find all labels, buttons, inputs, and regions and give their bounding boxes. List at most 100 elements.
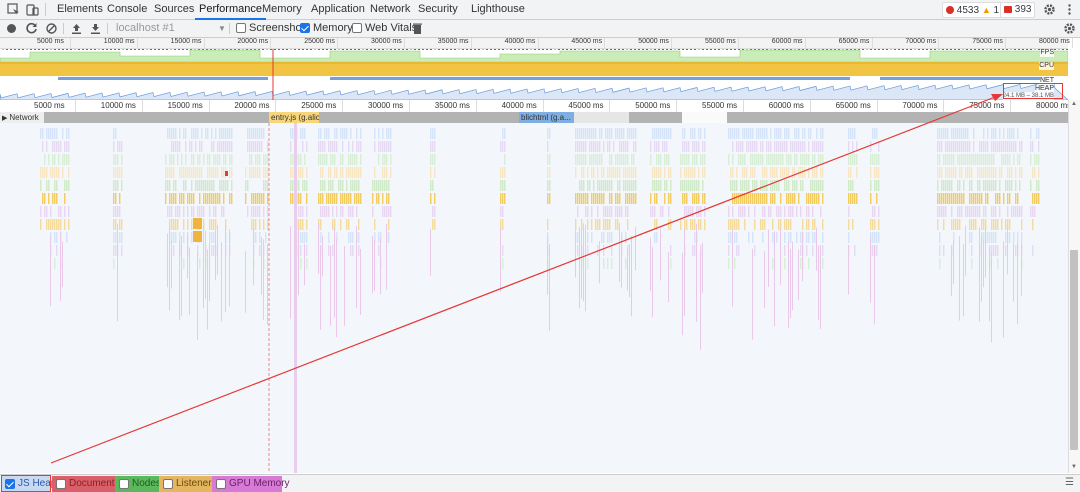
menu-lines-icon[interactable]: ☰ [1065,477,1074,488]
tab-application[interactable]: Application [311,0,365,19]
tab-sources[interactable]: Sources [154,0,194,19]
scroll-up-arrow-icon[interactable]: ▲ [1071,101,1077,107]
tick-label: 30000 ms [368,101,404,110]
tick-label: 10000 ms [103,38,135,45]
tick-label: 80000 ms [1039,38,1070,45]
tick-label: 70000 ms [902,101,938,110]
counter-label: Nodes [132,478,161,489]
tab-security[interactable]: Security [418,0,458,19]
more-options-icon[interactable] [1063,3,1076,16]
network-bar[interactable] [727,112,1068,123]
counter-documents[interactable]: Documents [52,476,120,492]
counter-label: Listeners [176,478,217,489]
tick-label: 70000 ms [905,38,937,45]
tick-label: 35000 ms [437,38,469,45]
tick-label: 35000 ms [434,101,470,110]
tick-label: 60000 ms [771,38,803,45]
load-profile-icon[interactable] [70,22,83,35]
devtools-tab-bar: Elements Console Sources Performance Mem… [0,0,1080,20]
screenshots-checkbox[interactable] [236,23,246,33]
tick-label: 5000 ms [34,101,65,110]
js-heap-annotation-box [1,475,51,492]
gpu-memory-checkbox[interactable] [216,479,226,489]
issues-badge[interactable]: 393 [1000,2,1036,18]
console-status-badge[interactable]: 4533 ▲ 1 [942,2,1004,18]
tick-label: 25000 ms [304,38,335,45]
chevron-down-icon[interactable]: ▼ [218,22,226,35]
tab-network[interactable]: Network [370,0,410,19]
tick-label: 40000 ms [504,38,536,45]
network-track-label: Network [9,113,39,122]
tab-performance[interactable]: Performance [195,0,266,20]
warnings-count: 1 [993,5,1000,16]
tab-memory[interactable]: Memory [262,0,302,19]
scroll-down-arrow-icon[interactable]: ▼ [1071,464,1077,470]
tick-label: 5000 ms [37,38,64,45]
memory-label: Memory [313,22,353,34]
save-profile-icon[interactable] [89,22,102,35]
tick-label: 50000 ms [635,101,671,110]
network-track-header[interactable]: ▶ Network [0,112,45,123]
record-icon[interactable] [5,22,18,35]
tick-label: 75000 ms [972,38,1003,45]
tab-elements[interactable]: Elements [57,0,103,19]
tick-label: 50000 ms [638,38,669,45]
issues-count: 393 [1014,4,1032,15]
clear-icon[interactable] [45,22,58,35]
heap-annotation-box [1003,83,1063,99]
tick-label: 25000 ms [301,101,337,110]
memory-counters-bar: JS Heap Documents Nodes Listeners GPU Me… [0,474,1080,492]
overview-time-scale: 5000 ms 10000 ms 15000 ms 20000 ms 25000 ms 3… [0,38,1073,49]
network-request[interactable]: blichtml (g.a... [519,112,576,123]
performance-toolbar: localhost #1 ▼ Screenshots Memory Web Vi… [0,20,1080,38]
memory-checkbox[interactable] [300,23,310,33]
tick-label: 45000 ms [571,38,603,45]
tick-label: 15000 ms [170,38,202,45]
recording-select[interactable]: localhost #1 [116,22,175,35]
capture-settings-gear-icon[interactable] [1063,22,1076,35]
tick-label: 55000 ms [705,38,736,45]
network-request[interactable]: entry.js (g.alic [269,112,321,123]
tick-label: 20000 ms [234,101,270,110]
expand-triangle-icon[interactable]: ▶ [0,115,9,122]
errors-count: 4533 [956,5,980,16]
warning-icon: ▲ [981,5,991,15]
web-vitals-label: Web Vitals [365,22,418,34]
tick-label: 75000 ms [969,101,1005,110]
vertical-scrollbar-thumb[interactable] [1070,250,1078,450]
tick-label: 45000 ms [568,101,604,110]
documents-checkbox[interactable] [56,479,66,489]
network-bar[interactable] [574,112,629,123]
tick-label: 65000 ms [838,38,870,45]
network-track[interactable]: ▶ Network entry.js (g.alic blichtml (g.a.… [0,112,1068,123]
reload-record-icon[interactable] [25,22,38,35]
tick-label: 40000 ms [501,101,537,110]
inspect-element-icon[interactable] [7,3,20,16]
tick-label: 20000 ms [237,38,269,45]
counter-label: GPU Memory [229,478,290,489]
nodes-checkbox[interactable] [119,479,129,489]
tick-label: 55000 ms [702,101,738,110]
error-icon [946,6,954,14]
tab-console[interactable]: Console [107,0,147,19]
tick-label: 80000 ms [1036,101,1072,110]
counter-gpu-memory[interactable]: GPU Memory [212,476,290,492]
tick-label: 10000 ms [100,101,136,110]
issues-icon [1004,6,1012,13]
network-bar[interactable] [629,112,682,123]
collect-garbage-icon[interactable] [411,22,424,35]
tick-label: 65000 ms [835,101,871,110]
counter-listeners[interactable]: Listeners [159,476,217,492]
listeners-checkbox[interactable] [163,479,173,489]
fps-track-label: FPS [1040,49,1054,57]
settings-gear-icon[interactable] [1043,3,1056,16]
cpu-track-label: CPU [1039,62,1054,70]
network-bar[interactable] [319,112,519,123]
web-vitals-checkbox[interactable] [352,23,362,33]
tick-label: 30000 ms [371,38,402,45]
device-toolbar-icon[interactable] [26,3,39,16]
network-bar[interactable] [44,112,269,123]
main-thread-flame-chart[interactable] [0,123,1068,473]
counter-nodes[interactable]: Nodes [115,476,161,492]
tab-lighthouse[interactable]: Lighthouse [471,0,525,19]
